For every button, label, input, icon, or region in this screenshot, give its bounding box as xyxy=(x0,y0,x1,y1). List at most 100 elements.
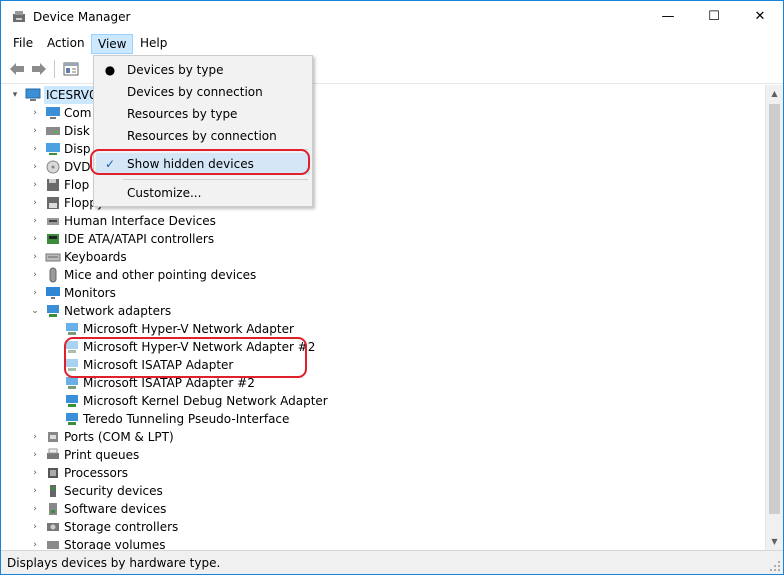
tree-item-keyboards[interactable]: › Keyboards xyxy=(29,248,127,266)
menu-action[interactable]: Action xyxy=(41,34,91,54)
tree-item-software-devices[interactable]: › Software devices xyxy=(29,500,166,518)
tree-item-label: Disk xyxy=(64,124,90,138)
expand-chevron-icon[interactable]: › xyxy=(29,482,41,500)
tree-item-ports[interactable]: › Ports (COM & LPT) xyxy=(29,428,174,446)
expand-chevron-icon[interactable]: › xyxy=(29,194,41,212)
device-manager-window: Device Manager — ☐ ✕ File Action View He… xyxy=(0,0,784,575)
menu-item-label: Devices by connection xyxy=(127,85,263,99)
tree-item-hid[interactable]: › Human Interface Devices xyxy=(29,212,216,230)
back-button[interactable] xyxy=(6,59,28,79)
display-adapter-icon xyxy=(46,143,60,155)
properties-button[interactable] xyxy=(60,59,82,79)
expand-chevron-icon[interactable]: › xyxy=(29,122,41,140)
device-manager-icon xyxy=(13,11,25,22)
expand-chevron-icon[interactable]: › xyxy=(29,536,41,550)
highlight-show-hidden-devices xyxy=(90,149,310,175)
menu-item-resources-by-type[interactable]: Resources by type xyxy=(96,103,310,125)
network-adapter-icon xyxy=(47,305,59,317)
tree-item-mice[interactable]: › Mice and other pointing devices xyxy=(29,266,256,284)
tree-root-label: ICESRV0 xyxy=(44,86,99,104)
tree-item-computer[interactable]: › Com xyxy=(29,104,91,122)
scroll-down-icon[interactable]: ▼ xyxy=(766,533,783,550)
tree-item-label: Keyboards xyxy=(64,250,127,264)
toolbar-separator xyxy=(54,60,55,78)
network-adapter-icon xyxy=(66,413,78,425)
menu-item-devices-by-connection[interactable]: Devices by connection xyxy=(96,81,310,103)
tree-item-monitors[interactable]: › Monitors xyxy=(29,284,116,302)
tree-item-processors[interactable]: › Processors xyxy=(29,464,128,482)
menu-bar: File Action View Help xyxy=(1,32,783,54)
tree-item-network-adapters[interactable]: ⌄ Network adapters xyxy=(29,302,171,320)
scroll-up-icon[interactable]: ▲ xyxy=(766,85,783,102)
floppy-disk-icon xyxy=(47,179,59,191)
expand-chevron-icon[interactable]: › xyxy=(29,248,41,266)
expand-chevron-icon[interactable]: › xyxy=(29,446,41,464)
radio-bullet-icon: ● xyxy=(104,63,116,77)
collapse-chevron-icon[interactable]: ▾ xyxy=(9,86,21,104)
tree-item-storage-controllers[interactable]: › Storage controllers xyxy=(29,518,178,536)
menu-file[interactable]: File xyxy=(7,34,39,54)
network-adapter-icon xyxy=(66,395,78,407)
mouse-icon xyxy=(49,267,57,283)
tree-item-ide-controllers[interactable]: › IDE ATA/ATAPI controllers xyxy=(29,230,214,248)
expand-chevron-icon[interactable]: › xyxy=(29,104,41,122)
tree-item-security-devices[interactable]: › Security devices xyxy=(29,482,163,500)
expand-chevron-icon[interactable]: › xyxy=(29,284,41,302)
maximize-button[interactable]: ☐ xyxy=(691,1,737,32)
network-adapter-item[interactable]: Microsoft Hyper-V Network Adapter xyxy=(60,320,294,338)
tree-item-print-queues[interactable]: › Print queues xyxy=(29,446,139,464)
highlight-hidden-adapters xyxy=(64,337,307,378)
tree-item-label: Human Interface Devices xyxy=(64,214,216,228)
printer-icon xyxy=(47,448,59,459)
menu-item-devices-by-type[interactable]: ● Devices by type xyxy=(96,59,310,81)
close-button[interactable]: ✕ xyxy=(737,1,783,32)
tree-item-dvd[interactable]: › DVD xyxy=(29,158,90,176)
computer-icon xyxy=(46,107,60,119)
forward-button[interactable] xyxy=(28,59,50,79)
tree-item-label: Print queues xyxy=(64,448,140,462)
vertical-scrollbar[interactable]: ▲ ▼ xyxy=(765,85,783,550)
expand-chevron-icon[interactable]: › xyxy=(29,464,41,482)
expand-chevron-icon[interactable]: › xyxy=(29,176,41,194)
tree-item-floppy-disk[interactable]: › Flop xyxy=(29,176,89,194)
status-bar: Displays devices by hardware type. xyxy=(1,550,783,574)
tree-item-label: Network adapters xyxy=(64,304,172,318)
expand-chevron-icon[interactable]: › xyxy=(29,158,41,176)
network-adapter-item[interactable]: Microsoft Kernel Debug Network Adapter xyxy=(60,392,328,410)
tree-item-disk[interactable]: › Disk xyxy=(29,122,90,140)
menu-help[interactable]: Help xyxy=(134,34,173,54)
back-arrow-icon xyxy=(10,63,24,75)
scroll-thumb[interactable] xyxy=(769,104,780,514)
menu-view[interactable]: View xyxy=(91,34,134,54)
collapse-chevron-icon[interactable]: ⌄ xyxy=(29,302,41,320)
expand-chevron-icon[interactable]: › xyxy=(29,266,41,284)
menu-item-resources-by-connection[interactable]: Resources by connection xyxy=(96,125,310,147)
tree-item-label: Monitors xyxy=(64,286,116,300)
expand-chevron-icon[interactable]: › xyxy=(29,428,41,446)
expand-chevron-icon[interactable]: › xyxy=(29,140,41,158)
view-menu: ● Devices by type Devices by connection … xyxy=(93,55,313,207)
menu-item-customize[interactable]: Customize... xyxy=(96,182,310,204)
window-title: Device Manager xyxy=(33,10,131,24)
resize-grip-icon[interactable] xyxy=(769,560,781,572)
tree-item-storage-volumes[interactable]: › Storage volumes xyxy=(29,536,165,550)
tree-item-label: Mice and other pointing devices xyxy=(64,268,257,282)
tree-root[interactable]: ▾ ICESRV0 xyxy=(9,86,99,104)
tree-item-display[interactable]: › Disp xyxy=(29,140,90,158)
expand-chevron-icon[interactable]: › xyxy=(29,230,41,248)
tree-item-label: Com xyxy=(64,106,92,120)
menu-item-label: Resources by type xyxy=(127,107,238,121)
forward-arrow-icon xyxy=(32,63,46,75)
minimize-button[interactable]: — xyxy=(645,1,691,32)
menu-item-label: Devices by type xyxy=(127,63,224,77)
software-device-icon xyxy=(49,503,57,515)
menu-item-label: Customize... xyxy=(127,186,202,200)
properties-icon xyxy=(63,62,79,76)
network-adapter-item[interactable]: Teredo Tunneling Pseudo-Interface xyxy=(60,410,289,428)
expand-chevron-icon[interactable]: › xyxy=(29,518,41,536)
menu-item-label: Resources by connection xyxy=(127,129,277,143)
storage-controller-icon xyxy=(47,523,59,531)
tree-item-label: Ports (COM & LPT) xyxy=(64,430,174,444)
expand-chevron-icon[interactable]: › xyxy=(29,500,41,518)
expand-chevron-icon[interactable]: › xyxy=(29,212,41,230)
